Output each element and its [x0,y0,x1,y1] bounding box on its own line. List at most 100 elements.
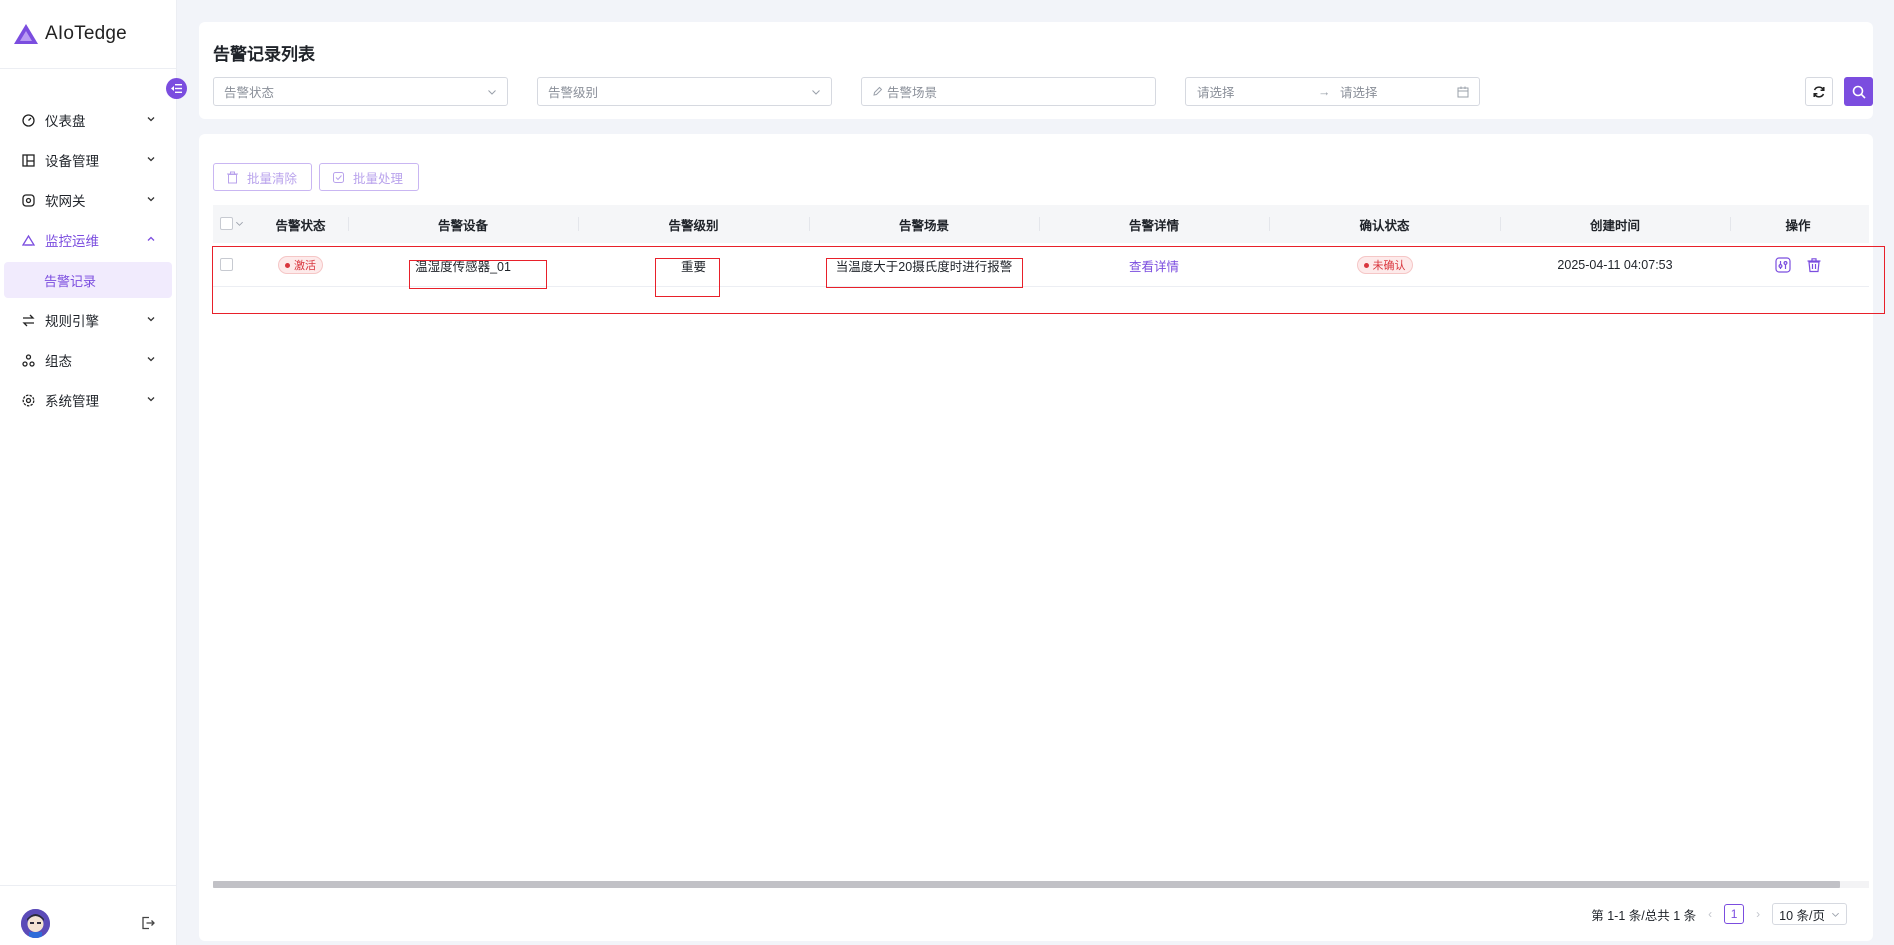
refresh-button[interactable] [1805,77,1833,106]
confirm-cell: 未确认 [1269,243,1500,287]
sidebar: AIoTedge 仪表盘 设备管理 软网关 监控运维 告警记录 规则引擎 组态 … [0,0,187,945]
chevron-down-icon [812,90,820,95]
sidebar-item-device-management[interactable]: 设备管理 [0,140,176,180]
confirm-status-badge: 未确认 [1356,256,1413,274]
sidebar-item-label: 设备管理 [45,154,99,169]
page-number-button[interactable]: 1 [1724,904,1745,924]
alarm-level-placeholder: 告警级别 [548,86,599,100]
collapse-sidebar-button[interactable] [166,78,187,99]
column-header-level: 告警级别 [668,218,719,233]
sidebar-item-label: 仪表盘 [45,114,86,129]
status-cell: 激活 [253,243,348,287]
date-range-picker[interactable]: 请选择 → 请选择 [1185,77,1480,106]
dashboard-icon [21,113,35,127]
batch-clear-label: 批量清除 [247,171,298,186]
sidebar-item-label: 系统管理 [45,394,99,409]
user-avatar-icon [21,909,50,938]
logout-icon[interactable] [141,916,155,930]
search-button[interactable] [1844,77,1873,106]
sidebar-item-dashboard[interactable]: 仪表盘 [0,100,176,140]
column-header-device: 告警设备 [437,218,488,233]
column-header-actions: 操作 [1785,218,1811,233]
edit-icon [873,86,883,96]
select-all-checkbox[interactable] [220,217,233,230]
page-size-value: 10 条/页 [1779,908,1825,923]
sidebar-item-rule-engine[interactable]: 规则引擎 [0,300,176,340]
end-date-placeholder[interactable]: 请选择 [1340,82,1378,101]
alarm-status-select[interactable]: 告警状态 [213,77,508,106]
prev-page-icon[interactable]: ‹ [1704,907,1716,921]
next-page-icon[interactable]: › [1752,907,1764,921]
batch-clear-button[interactable]: 批量清除 [213,163,312,191]
sidebar-item-label: 规则引擎 [45,314,99,329]
calendar-icon [1457,86,1469,98]
trash-icon [227,171,238,183]
chevron-down-icon[interactable] [235,219,244,228]
divider [0,68,177,69]
filter-panel: 告警记录列表 告警状态 告警级别 告警场景 请选择 → 请选择 [199,22,1873,119]
table-header: 告警状态 告警设备 告警级别 告警场景 告警详情 确认状态 创建时间 操作 [213,205,1869,243]
detail-cell: 查看详情 [1039,243,1269,287]
sidebar-menu: 仪表盘 设备管理 软网关 监控运维 告警记录 规则引擎 组态 系统管理 [0,100,176,420]
monitor-icon [21,233,35,247]
created-time-cell: 2025-04-11 04:07:53 [1557,258,1673,272]
row-checkbox[interactable] [220,258,233,271]
app-name: AIoTedge [45,23,127,44]
sidebar-item-alarm-records[interactable]: 告警记录 [4,262,172,298]
chevron-down-icon [147,317,155,322]
sidebar-item-monitoring[interactable]: 监控运维 [0,220,176,260]
confirm-status-text: 未确认 [1372,260,1406,272]
pagination-summary: 第 1-1 条/总共 1 条 [1591,908,1697,923]
logo-icon [14,24,38,44]
device-icon [21,153,35,167]
alarm-scene-input[interactable]: 告警场景 [861,77,1156,106]
delete-icon[interactable] [1805,257,1822,274]
status-dot-icon [1363,262,1369,268]
batch-process-label: 批量处理 [353,171,404,186]
status-badge-text: 激活 [294,260,316,272]
chevron-down-icon [147,157,155,162]
refresh-icon [1813,85,1825,98]
batch-process-button[interactable]: 批量处理 [319,163,419,191]
sidebar-item-label: 告警记录 [44,273,97,289]
device-cell: 温湿度传感器_01 [415,259,511,274]
page-size-select[interactable]: 10 条/页 [1772,903,1847,925]
page-title: 告警记录列表 [213,45,315,64]
gateway-icon [21,193,35,207]
sidebar-item-label: 监控运维 [45,234,99,249]
sidebar-item-soft-gateway[interactable]: 软网关 [0,180,176,220]
chevron-down-icon [1832,912,1839,917]
pagination: 第 1-1 条/总共 1 条 ‹ 1 › 10 条/页 [1591,902,1847,926]
alarm-status-placeholder: 告警状态 [224,86,275,100]
sidebar-item-label: 组态 [45,354,72,369]
status-badge: 激活 [278,256,323,274]
alarm-level-select[interactable]: 告警级别 [537,77,832,106]
status-dot-icon [285,262,290,268]
arrow-right-icon: → [1318,84,1331,99]
alarm-scene-placeholder: 告警场景 [887,86,938,100]
sidebar-item-system-management[interactable]: 系统管理 [0,380,176,420]
sidebar-item-configuration[interactable]: 组态 [0,340,176,380]
chevron-down-icon [488,90,496,95]
horizontal-scrollbar-thumb[interactable] [213,881,1840,888]
alarm-table-panel: 批量清除 批量处理 告警状态 告警设备 告警级别 告警场景 告警详情 确认状态 … [199,134,1885,941]
view-detail-link[interactable]: 查看详情 [1129,256,1179,275]
column-header-created: 创建时间 [1589,218,1640,233]
chevron-down-icon [147,197,155,202]
select-all[interactable] [220,217,244,230]
avatar[interactable] [21,909,50,938]
handle-icon[interactable] [1774,257,1791,274]
actions-cell [1730,243,1866,287]
logo[interactable]: AIoTedge [13,20,127,48]
chevron-up-icon [147,236,155,241]
scene-cell: 当温度大于20摄氏度时进行报警 [835,259,1013,274]
start-date-placeholder[interactable]: 请选择 [1197,82,1235,101]
settings-icon [21,393,35,407]
menu-fold-icon [171,84,182,93]
chevron-down-icon [147,397,155,402]
table-row[interactable]: 激活 温湿度传感器_01 重要 当温度大于20摄氏度时进行报警 查看详情 未确认… [213,243,1869,287]
level-cell: 重要 [680,259,706,274]
chevron-down-icon [147,117,155,122]
process-icon [333,171,344,183]
divider [0,885,177,886]
